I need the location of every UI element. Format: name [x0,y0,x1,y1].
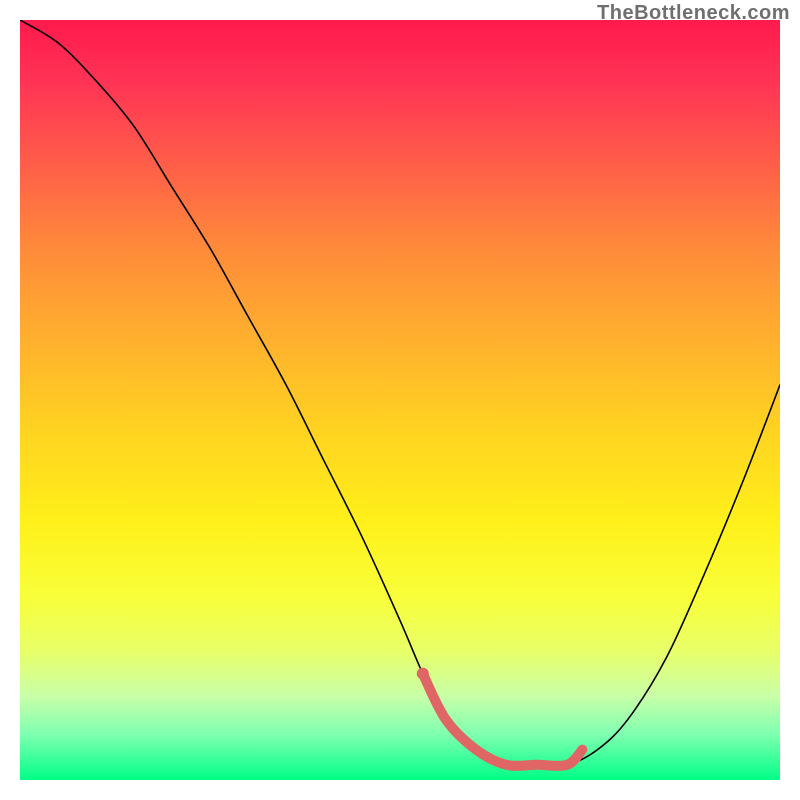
watermark-text: TheBottleneck.com [597,2,790,25]
plot-area [20,20,780,780]
optimal-range-highlight [20,20,780,780]
